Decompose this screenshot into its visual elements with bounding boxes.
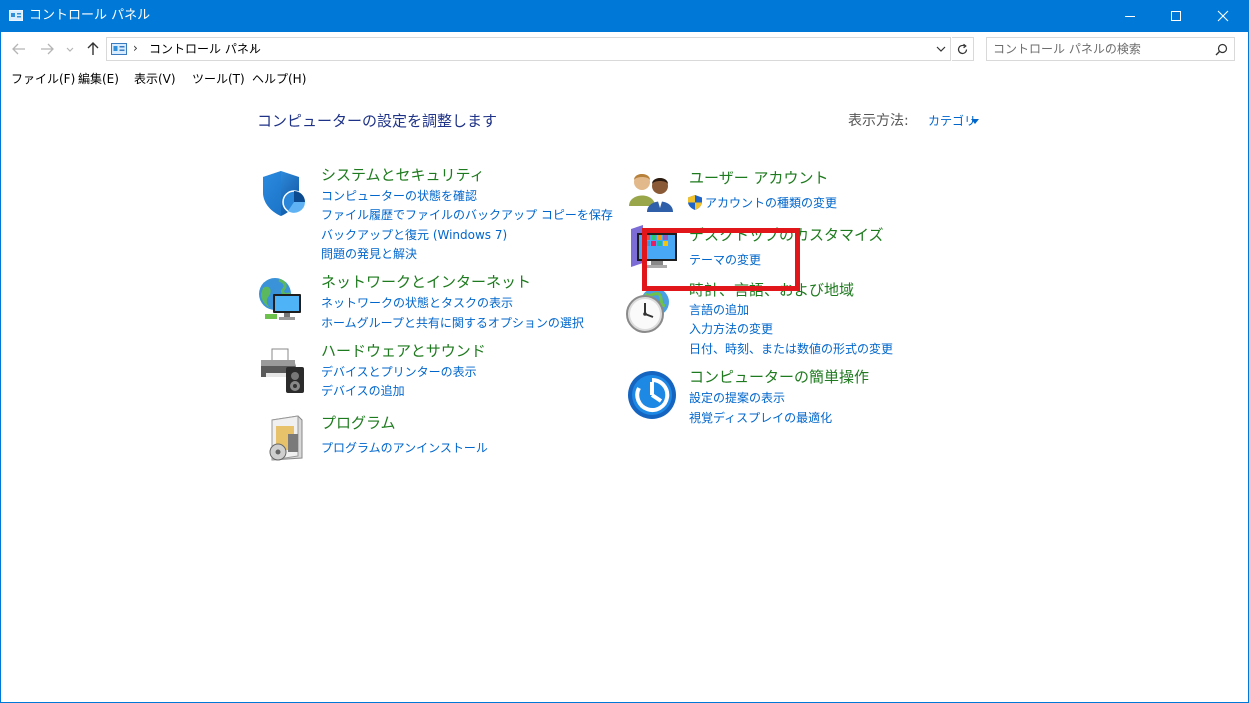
- category-user-accounts[interactable]: ユーザー アカウント: [689, 169, 828, 188]
- control-panel-icon: [111, 43, 127, 55]
- link-troubleshoot[interactable]: 問題の発見と解決: [321, 247, 417, 262]
- link-file-history-backup[interactable]: ファイル履歴でファイルのバックアップ コピーを保存: [321, 208, 613, 223]
- link-check-computer-status[interactable]: コンピューターの状態を確認: [321, 189, 477, 204]
- view-by-dropdown[interactable]: カテゴリ: [928, 114, 976, 129]
- programs-box-icon[interactable]: [262, 414, 312, 464]
- link-change-date-time-number-format[interactable]: 日付、時刻、または数値の形式の変更: [689, 342, 893, 357]
- menu-bar: ファイル(F) 編集(E) 表示(V) ツール(T) ヘルプ(H): [0, 68, 1249, 90]
- chevron-down-icon: [66, 47, 74, 52]
- page-title: コンピューターの設定を調整します: [257, 112, 498, 130]
- link-add-language[interactable]: 言語の追加: [689, 303, 749, 318]
- navigation-bar: › コントロール パネル ›: [0, 32, 1249, 66]
- link-network-status-tasks[interactable]: ネットワークの状態とタスクの表示: [321, 296, 513, 311]
- arrow-left-icon: [12, 43, 25, 55]
- address-bar[interactable]: › コントロール パネル ›: [106, 37, 951, 61]
- link-backup-restore[interactable]: バックアップと復元 (Windows 7): [321, 228, 507, 243]
- link-optimize-visual-display[interactable]: 視覚ディスプレイの最適化: [689, 411, 832, 426]
- window-border: [0, 0, 1249, 703]
- up-button[interactable]: [84, 40, 102, 58]
- arrow-up-icon: [87, 42, 99, 55]
- maximize-button[interactable]: [1153, 0, 1199, 32]
- close-icon: [1217, 10, 1229, 22]
- link-change-account-type[interactable]: アカウントの種類の変更: [705, 196, 837, 211]
- user-accounts-icon[interactable]: [627, 168, 677, 218]
- highlight-box: [642, 228, 800, 291]
- category-hardware-sound[interactable]: ハードウェアとサウンド: [321, 342, 486, 361]
- category-network-internet[interactable]: ネットワークとインターネット: [321, 273, 531, 292]
- uac-shield-icon: [688, 195, 702, 210]
- minimize-button[interactable]: [1107, 0, 1153, 32]
- menu-file[interactable]: ファイル(F): [11, 72, 75, 87]
- arrow-right-icon: [41, 43, 54, 55]
- printer-icon[interactable]: [258, 345, 308, 395]
- breadcrumb-control-panel[interactable]: コントロール パネル: [149, 42, 261, 57]
- clock-globe-icon[interactable]: [625, 286, 675, 336]
- refresh-button[interactable]: [952, 37, 974, 61]
- category-programs[interactable]: プログラム: [321, 414, 396, 433]
- link-add-device[interactable]: デバイスの追加: [321, 384, 405, 399]
- menu-help[interactable]: ヘルプ(H): [252, 72, 306, 87]
- ease-of-access-icon[interactable]: [627, 370, 677, 420]
- search-icon[interactable]: [1215, 43, 1228, 56]
- link-suggested-settings[interactable]: 設定の提案の表示: [689, 391, 785, 406]
- breadcrumb-separator[interactable]: ›: [251, 41, 256, 55]
- network-globe-icon[interactable]: [257, 274, 307, 324]
- view-by-label: 表示方法:: [848, 113, 909, 129]
- maximize-icon: [1171, 11, 1181, 21]
- search-input[interactable]: [993, 41, 1203, 57]
- refresh-icon: [957, 43, 968, 55]
- window-title: コントロール パネル: [29, 8, 151, 23]
- menu-tools[interactable]: ツール(T): [192, 72, 245, 87]
- breadcrumb-separator[interactable]: ›: [133, 41, 138, 55]
- close-button[interactable]: [1200, 0, 1246, 32]
- search-box[interactable]: [986, 37, 1235, 61]
- link-uninstall-program[interactable]: プログラムのアンインストール: [321, 441, 488, 456]
- title-bar[interactable]: コントロール パネル: [0, 0, 1249, 32]
- link-change-input-method[interactable]: 入力方法の変更: [689, 322, 773, 337]
- menu-edit[interactable]: 編集(E): [78, 72, 119, 87]
- control-panel-icon: [9, 10, 23, 21]
- forward-button[interactable]: [38, 40, 56, 58]
- link-devices-printers[interactable]: デバイスとプリンターの表示: [321, 365, 477, 380]
- back-button[interactable]: [10, 40, 28, 58]
- menu-view[interactable]: 表示(V): [134, 72, 176, 87]
- caret-down-icon[interactable]: [971, 119, 979, 124]
- shield-icon[interactable]: [259, 168, 309, 218]
- category-system-security[interactable]: システムとセキュリティ: [321, 166, 485, 185]
- category-ease-of-access[interactable]: コンピューターの簡単操作: [689, 368, 869, 387]
- recent-locations-button[interactable]: [64, 40, 76, 58]
- minimize-icon: [1125, 16, 1135, 17]
- link-homegroup-sharing[interactable]: ホームグループと共有に関するオプションの選択: [321, 316, 584, 331]
- chevron-down-icon[interactable]: [935, 44, 947, 54]
